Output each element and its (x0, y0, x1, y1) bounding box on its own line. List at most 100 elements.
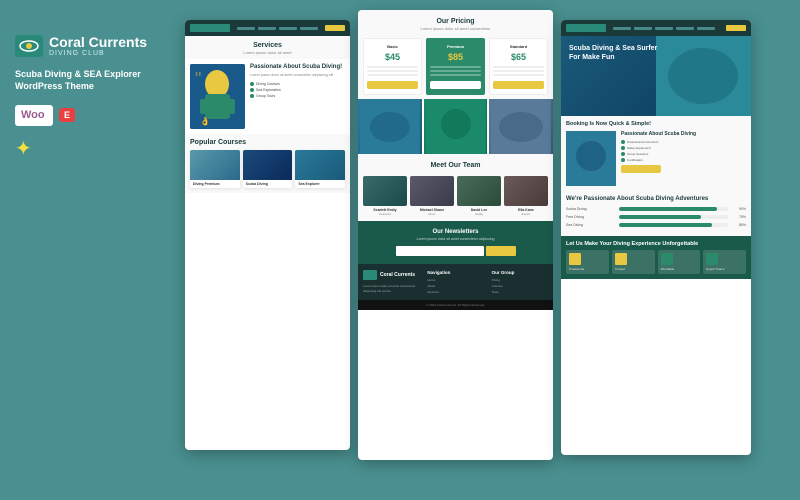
stat-bar (619, 207, 728, 211)
nav-links (237, 27, 318, 30)
course-card: Diving Premium (190, 150, 240, 188)
team-role: Instructor (363, 212, 407, 216)
footer-link[interactable]: About (427, 284, 483, 288)
footer-col-heading: Our Group (492, 270, 548, 275)
footer-copyright: © 2024 Coral Currents. All Rights Reserv… (426, 303, 485, 307)
preview-left-panel: Services Lorem ipsum dolor sit amet (185, 20, 350, 450)
nav-link (655, 27, 673, 30)
cta-card-label: Profesional (569, 267, 606, 271)
form-heading: Passionate About Scuba Diving (621, 131, 746, 137)
service-item-text: Group Tours (256, 94, 275, 98)
service-item: Diving Courses (250, 82, 345, 86)
booking-row: Passionate About Scuba Diving Profession… (566, 131, 746, 186)
stat-bar (619, 223, 728, 227)
services-content: 👌 " Passionate About Scuba Diving! Lorem… (190, 64, 345, 129)
course-image (243, 150, 293, 180)
newsletter-form (396, 246, 516, 256)
plan-price: $65 (493, 52, 544, 62)
team-role: Guide (457, 212, 501, 216)
price-line (430, 70, 481, 72)
svg-text:👌: 👌 (200, 117, 210, 126)
nav-link (300, 27, 318, 30)
footer-link[interactable]: Team (492, 290, 548, 294)
plan-name: Premium (430, 44, 481, 49)
price-line (430, 66, 481, 68)
cta-card-icon (569, 253, 581, 265)
gallery-image-1 (358, 99, 422, 154)
footer-bottom: © 2024 Coral Currents. All Rights Reserv… (358, 300, 553, 310)
nav-links (613, 27, 715, 30)
diver-image: 👌 " (190, 64, 245, 129)
plugin-badges: Woo E (15, 105, 170, 126)
booking-form: Passionate About Scuba Diving Profession… (621, 131, 746, 186)
services-desc: Lorem ipsum dolor sit amet consectetur a… (250, 73, 345, 78)
team-member: David Lee Guide (457, 176, 501, 216)
footer-col-heading: Navigation (427, 270, 483, 275)
gallery-image-2 (424, 99, 488, 154)
footer-link[interactable]: Home (427, 278, 483, 282)
check-dot (621, 158, 625, 162)
gallery-section (358, 99, 553, 154)
cta-cards: Profesional Trusted Affordable Expert Te… (566, 250, 746, 274)
plan-button[interactable] (430, 81, 481, 89)
booking-button[interactable] (621, 165, 661, 173)
footer-description: Lorem ipsum dolor sit amet consectetur a… (363, 284, 419, 293)
stat-row: Sea Diving 85% (566, 223, 746, 227)
info-panel: Coral Currents Diving Club Scuba Diving … (10, 20, 185, 171)
services-section-header: Services Lorem ipsum dolor sit amet (185, 36, 350, 59)
cta-card: Affordable (658, 250, 701, 274)
price-line (493, 66, 544, 68)
elementor-badge: E (59, 108, 75, 122)
footer-link[interactable]: Services (427, 290, 483, 294)
brand-logo: Coral Currents Diving Club (15, 35, 170, 57)
price-line (367, 70, 418, 72)
price-line (367, 66, 418, 68)
newsletter-section: Our Newsletters Lorem ipsum dolor sit am… (358, 221, 553, 264)
cta-card: Trusted (612, 250, 655, 274)
gallery-image-3 (489, 99, 553, 154)
course-label: Sea Explorer (295, 180, 345, 188)
services-section: 👌 " Passionate About Scuba Diving! Lorem… (185, 59, 350, 134)
footer-link[interactable]: Courses (492, 284, 548, 288)
newsletter-email-input[interactable] (396, 246, 484, 256)
pricing-title: Our Pricing (363, 18, 548, 25)
footer-group-col: Our Group Diving Courses Team (492, 270, 548, 296)
team-cards: Scarlett Emily Instructor Michael Shane … (363, 176, 548, 216)
footer-nav-col: Navigation Home About Services (427, 270, 483, 296)
price-card-basic: Basic $45 (363, 38, 422, 95)
page-container: Coral Currents Diving Club Scuba Diving … (0, 0, 800, 500)
check-dot (621, 146, 625, 150)
footer-link[interactable]: Diving (492, 278, 548, 282)
footer-logo-icon (363, 270, 377, 280)
woo-badge: Woo (15, 105, 53, 126)
check-dot (621, 140, 625, 144)
footer-brand-col: Coral Currents Lorem ipsum dolor sit ame… (363, 270, 419, 296)
team-role: Diver (410, 212, 454, 216)
team-photo (363, 176, 407, 206)
nav-logo-small (566, 24, 606, 32)
section-title: Services (190, 42, 345, 49)
logo-icon (15, 35, 43, 57)
nav-button (325, 25, 345, 31)
hero-text: Scuba Diving & Sea Surfer For Make Fun (569, 44, 665, 62)
cta-section: Let Us Make Your Diving Experience Unfor… (561, 236, 751, 279)
stat-percent: 90% (731, 207, 746, 211)
elementor-text: E (64, 110, 70, 120)
nav-link (258, 27, 276, 30)
team-member: Scarlett Emily Instructor (363, 176, 407, 216)
courses-title: Popular Courses (190, 139, 345, 146)
plan-button[interactable] (367, 81, 418, 89)
team-title: Meet Our Team (363, 162, 548, 169)
price-line (367, 74, 418, 76)
hero-image (656, 36, 751, 116)
plan-button[interactable] (493, 81, 544, 89)
booking-image (566, 131, 616, 186)
newsletter-submit-button[interactable] (486, 246, 516, 256)
plan-name: Standard (493, 44, 544, 49)
price-line (493, 74, 544, 76)
check-text: Safety Equipment (627, 146, 651, 150)
services-list: Diving Courses Sea Exploration Group Tou… (250, 82, 345, 98)
stat-fill (619, 207, 717, 211)
cta-card: Profesional (566, 250, 609, 274)
footer-section: Coral Currents Lorem ipsum dolor sit ame… (358, 264, 553, 300)
